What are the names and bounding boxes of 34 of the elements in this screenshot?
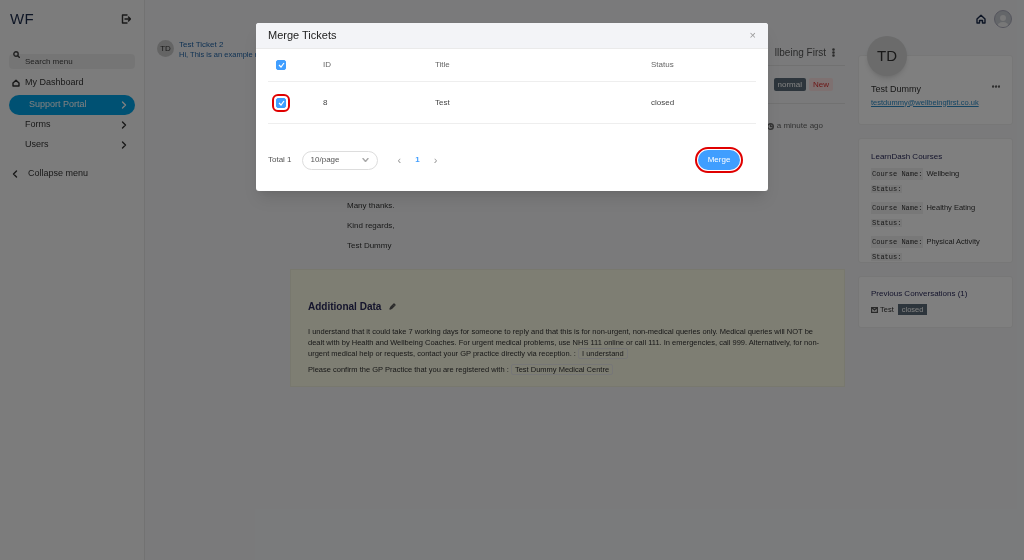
tag: New — [809, 78, 833, 91]
collapse-menu-button[interactable]: Collapse menu — [9, 167, 135, 181]
merge-button[interactable]: Merge — [698, 150, 740, 170]
tag: normal — [773, 78, 806, 91]
sidebar-item[interactable]: My Dashboard — [9, 73, 135, 93]
table-cell-text: Test — [435, 96, 451, 109]
total-count: Total 1 — [268, 154, 292, 166]
sidebar-item[interactable]: Users — [9, 135, 135, 155]
logo: WF — [10, 8, 35, 29]
section-title: Additional Data — [308, 300, 382, 314]
table-cell-text: closed — [651, 96, 676, 109]
message-text: Test Dummy — [347, 240, 393, 251]
contact-name: Test Dummy — [871, 83, 921, 96]
table-cell-text: 8 — [323, 96, 329, 109]
ticket-title: llbeing First — [774, 46, 826, 60]
column-header: ID — [323, 59, 332, 71]
modal-title: Merge Tickets — [268, 28, 337, 44]
card-title: LearnDash Courses — [871, 151, 944, 163]
column-header: Status — [651, 59, 675, 71]
previous-page-button[interactable]: ‹ — [397, 151, 402, 169]
avatar: TD — [157, 40, 174, 57]
close-button[interactable]: × — [749, 30, 756, 41]
message-text: Kind regards, — [347, 220, 396, 231]
sidebar-item[interactable]: Forms — [9, 115, 135, 135]
column-header: Title — [435, 59, 451, 71]
avatar: TD — [867, 36, 907, 76]
page-button[interactable]: 1 — [415, 154, 420, 166]
timestamp: a minute ago — [776, 120, 823, 132]
card-title: Previous Conversations (1) — [871, 288, 969, 300]
sidebar-item[interactable]: Support Portal — [9, 95, 135, 115]
next-page-button[interactable]: › — [433, 151, 438, 169]
search-field[interactable]: Search menu — [9, 54, 135, 69]
message-text: Many thanks. — [347, 200, 396, 211]
conversation-title[interactable]: Test Ticket 2 — [179, 40, 258, 50]
